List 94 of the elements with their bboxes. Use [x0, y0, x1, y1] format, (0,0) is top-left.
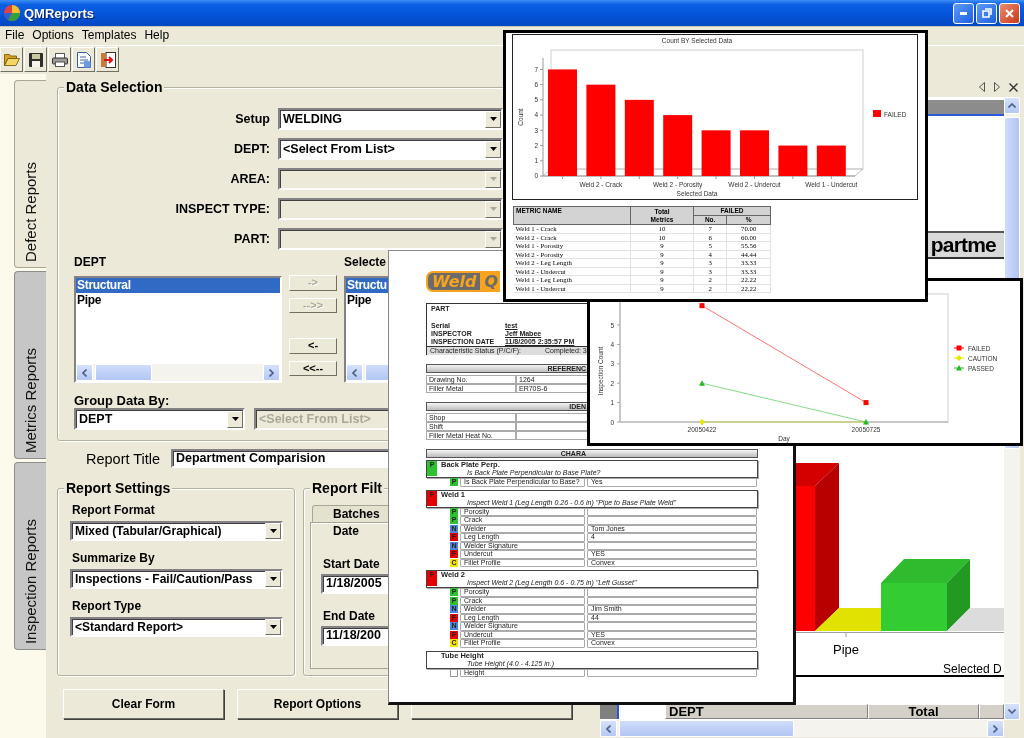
side-tab[interactable]: Defect Reports: [14, 80, 46, 268]
printer-icon: [51, 52, 68, 67]
open-button[interactable]: [0, 47, 23, 72]
caret-icon: [485, 140, 501, 158]
column-header: DEPT: [665, 704, 868, 719]
dropdown-field[interactable]: <Standard Report>: [70, 617, 283, 637]
field-label: End Date: [323, 609, 375, 623]
menu-item[interactable]: Options: [32, 28, 74, 43]
logo-word: Weld: [426, 271, 483, 292]
status-box: [450, 668, 458, 677]
list-label: DEPT: [74, 255, 106, 270]
bar: [816, 145, 846, 176]
restore-button[interactable]: [976, 2, 997, 24]
group-title: Report Settings: [64, 480, 173, 496]
list-label: Selecte: [344, 255, 387, 270]
field-label: Report Title: [86, 450, 162, 467]
previous-icon[interactable]: [979, 82, 985, 92]
form-button[interactable]: Report Options: [237, 689, 398, 719]
preview-button[interactable]: [72, 47, 95, 72]
scroll-left-icon[interactable]: [76, 364, 93, 381]
menu-item[interactable]: Templates: [81, 28, 137, 43]
horizontal-scrollbar[interactable]: [600, 720, 1004, 737]
form-button[interactable]: Clear Form: [63, 689, 224, 719]
caret-icon: [485, 230, 501, 248]
caret-icon: [265, 571, 281, 587]
field-label: DEPT:: [232, 142, 270, 156]
menu-item[interactable]: File: [5, 28, 25, 43]
field-label: INSPECT TYPE:: [174, 202, 270, 216]
triangle-marker-icon: [699, 380, 705, 386]
logo-letter: Q: [482, 271, 501, 292]
exit-button[interactable]: [96, 47, 119, 72]
dropdown-field[interactable]: DEPT: [74, 408, 245, 430]
close-icon[interactable]: [1009, 82, 1018, 92]
field-label: Report Format: [72, 503, 155, 517]
scroll-right-icon[interactable]: [987, 720, 1004, 737]
window-title: QMReports: [24, 5, 96, 21]
document-icon: [76, 51, 91, 68]
minimize-button[interactable]: [953, 2, 974, 24]
bar: [740, 130, 769, 176]
axis-tick-label: Pipe: [833, 642, 859, 657]
save-button[interactable]: [24, 47, 47, 72]
minimize-icon: [960, 11, 967, 15]
diamond-marker-icon: [699, 419, 705, 425]
group-title: Report Filt: [310, 480, 384, 496]
bar: [778, 145, 808, 176]
move-button[interactable]: <-: [289, 338, 337, 354]
square-marker-icon: [863, 400, 869, 406]
scroll-left-icon[interactable]: [600, 720, 617, 737]
list-box[interactable]: Structural Pipe: [74, 276, 282, 383]
next-icon[interactable]: [994, 82, 1000, 92]
dropdown-field[interactable]: Inspections - Fail/Caution/Pass: [70, 569, 283, 589]
scroll-up-icon[interactable]: [1004, 97, 1020, 114]
scroll-down-icon[interactable]: [1004, 703, 1020, 720]
scrollbar-thumb[interactable]: [95, 364, 152, 381]
scroll-left-icon[interactable]: [346, 364, 363, 381]
close-icon: [1005, 8, 1014, 18]
list-item[interactable]: Pipe: [76, 293, 280, 308]
caret-icon: [485, 200, 501, 218]
triangle-marker-icon: [863, 419, 869, 425]
caret-icon: [227, 410, 243, 428]
field-label: Report Type: [72, 599, 142, 613]
axis-title: Selected D: [943, 662, 1002, 676]
caret-icon: [485, 170, 501, 188]
side-tab[interactable]: Inspection Reports: [14, 462, 46, 650]
bar: [701, 130, 731, 176]
field-label: PART:: [233, 232, 270, 246]
folder-icon: [3, 53, 20, 66]
menu-item[interactable]: Help: [144, 28, 170, 43]
field-label: Summarize By: [72, 551, 155, 565]
dropdown-field[interactable]: <Select From List>: [278, 138, 503, 160]
move-button[interactable]: <<--: [289, 360, 337, 376]
list-item[interactable]: Structural: [76, 278, 280, 293]
bar: [663, 115, 693, 176]
chart-floor: [947, 608, 1004, 631]
side-tab[interactable]: Metrics Reports: [14, 271, 46, 459]
door-icon: [99, 51, 116, 68]
close-button[interactable]: [999, 2, 1020, 24]
column-header: Total: [868, 704, 979, 719]
caret-icon: [265, 619, 281, 635]
scrollbar-thumb[interactable]: [619, 720, 794, 737]
print-button[interactable]: [48, 47, 71, 72]
app-icon: [4, 5, 20, 21]
horizontal-scrollbar[interactable]: [76, 364, 280, 381]
dropdown-field[interactable]: WELDING: [278, 108, 503, 130]
field-label: AREA:: [229, 172, 270, 186]
field-label: Group Data By:: [74, 393, 170, 408]
caret-icon: [265, 523, 281, 539]
field-label: Setup: [234, 112, 270, 126]
dropdown-field[interactable]: Mixed (Tabular/Graphical): [70, 521, 283, 541]
caret-icon: [485, 110, 501, 128]
field-label: Start Date: [323, 557, 380, 571]
restore-icon: [981, 8, 992, 18]
group-title: Data Selection: [64, 79, 165, 95]
scroll-right-icon[interactable]: [263, 364, 280, 381]
